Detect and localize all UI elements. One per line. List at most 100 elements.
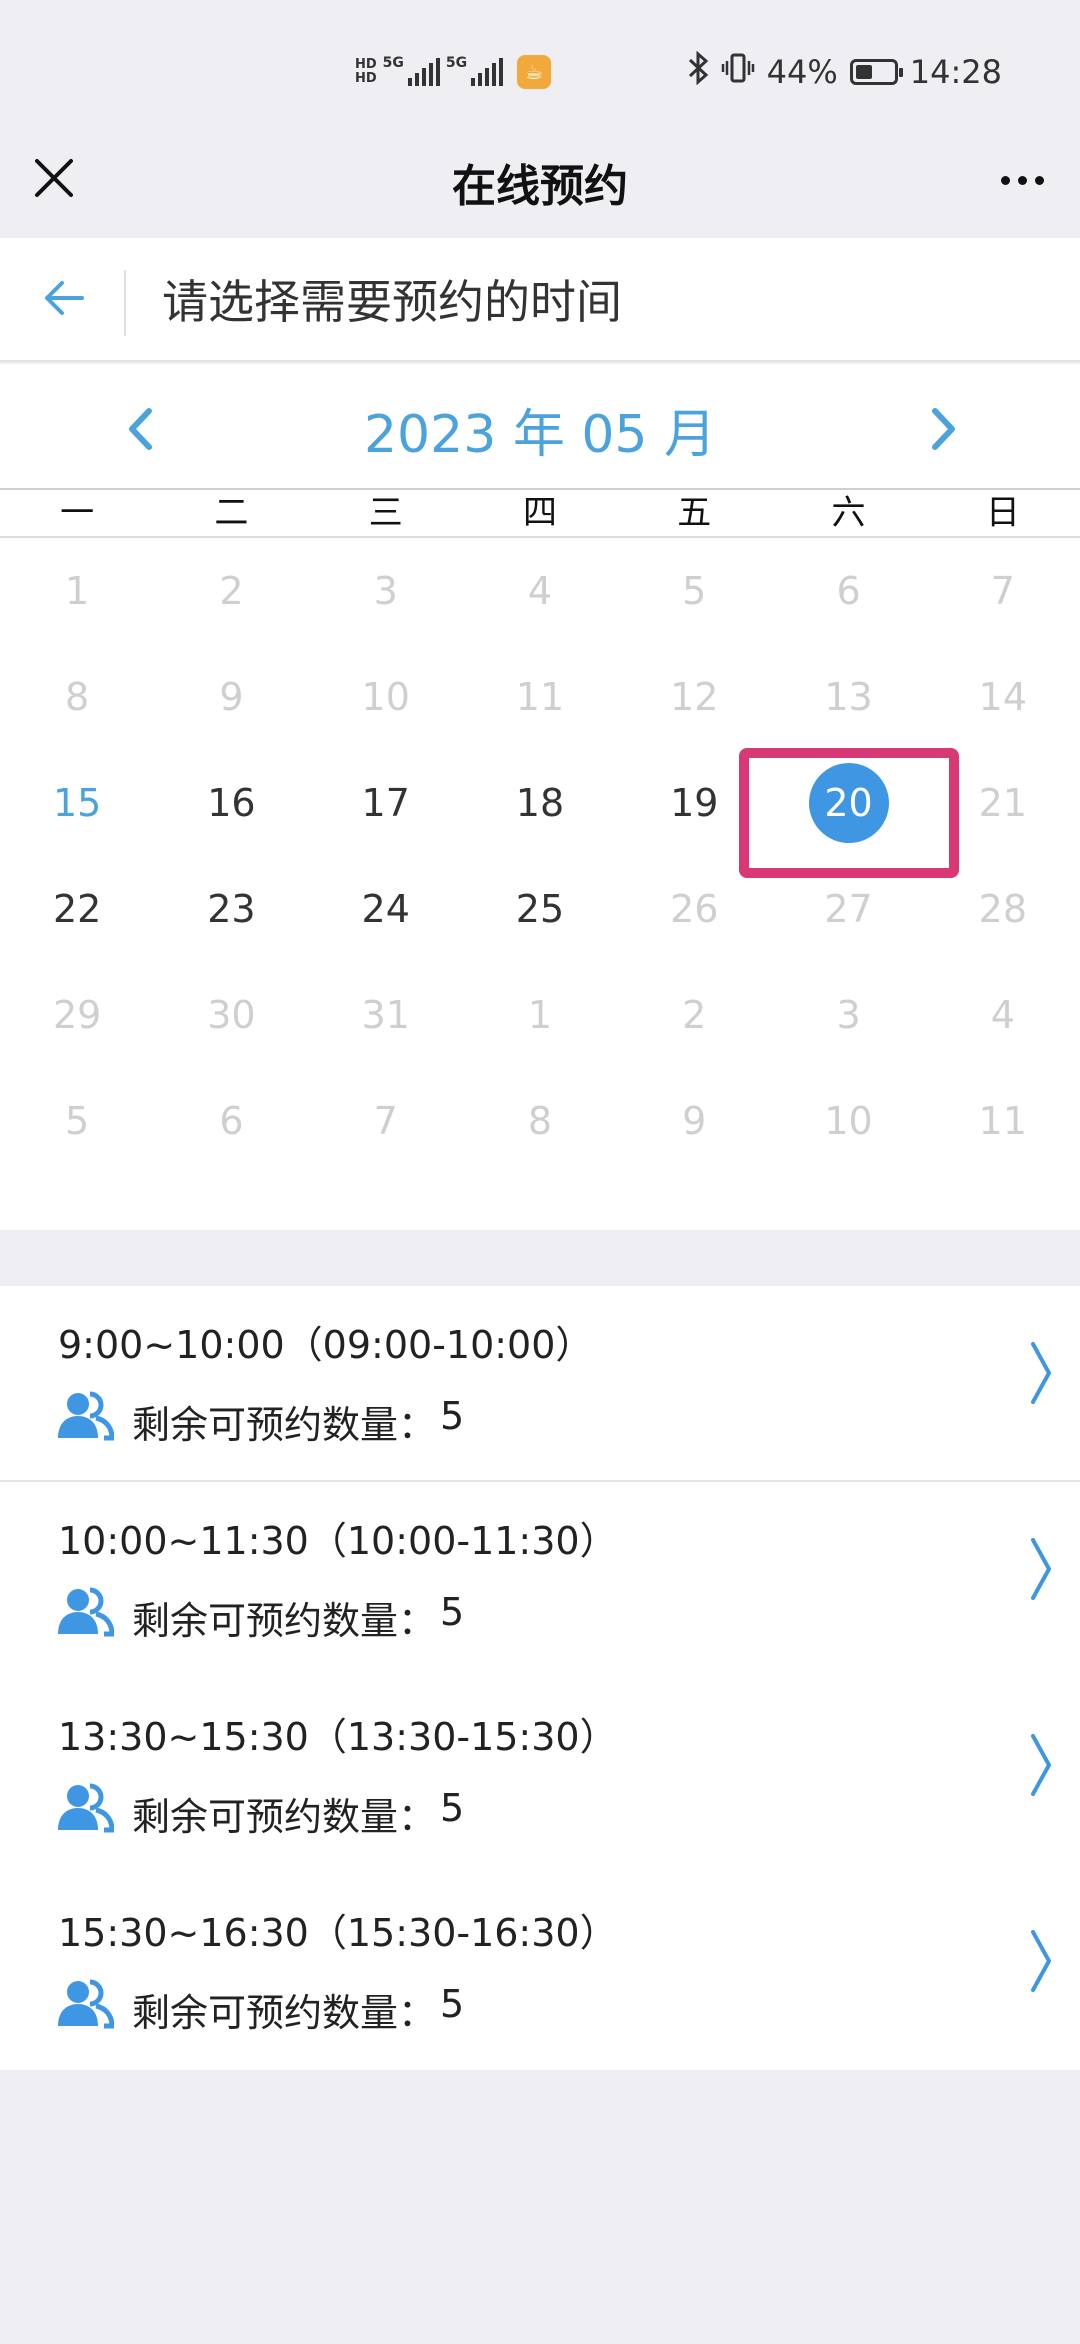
remaining-label: 剩余可预约数量： <box>132 1991 437 2035</box>
weekday-label: 日 <box>985 493 1020 533</box>
more-dot-icon <box>1034 175 1044 185</box>
time-slot-item[interactable]: 9:00~10:00（09:00-10:00） 剩余可预约数量： 5 <box>0 1286 1080 1482</box>
time-slot-item[interactable]: 10:00~11:30（10:00-11:30） 剩余可预约数量： 5 <box>0 1482 1080 1678</box>
day-number: 6 <box>219 1099 244 1143</box>
day-number: 5 <box>682 569 707 613</box>
weekday-label: 三 <box>368 493 403 533</box>
day-cell[interactable]: 17 <box>309 750 463 856</box>
day-number: 3 <box>373 569 398 613</box>
slot-time-label: 10:00~11:30（10:00-11:30） <box>58 1519 618 1563</box>
days-grid: 1 2 3 4 5 6 7 8 9 10 11 12 13 14 15 16 17 18 19 20 21 22 23 24 2… <box>0 538 1080 1174</box>
chevron-right-icon <box>1024 1338 1058 1408</box>
day-number: 1 <box>65 569 90 613</box>
chevron-right-icon <box>1024 1534 1058 1604</box>
slot-time-label: 15:30~16:30（15:30-16:30） <box>58 1911 618 1955</box>
more-button[interactable] <box>992 160 1052 200</box>
day-number: 15 <box>52 781 102 825</box>
week-row: 15 16 17 18 19 20 21 <box>0 750 1080 856</box>
remaining-count: 5 <box>440 1982 465 2026</box>
back-button[interactable] <box>38 268 90 328</box>
divider <box>124 270 126 336</box>
day-cell[interactable]: 22 <box>0 856 154 962</box>
remaining-label: 剩余可预约数量： <box>132 1795 437 1839</box>
slot-remaining: 剩余可预约数量： 5 <box>132 1786 464 1841</box>
hd-indicator: HD HD <box>355 58 377 86</box>
day-cell: 1 <box>463 962 617 1068</box>
day-number: 12 <box>670 675 719 719</box>
day-cell: 26 <box>617 856 771 962</box>
clock: 14:28 <box>909 53 1002 91</box>
chevron-right-icon <box>1024 1926 1058 1996</box>
day-number: 2 <box>682 993 707 1037</box>
day-cell: 31 <box>309 962 463 1068</box>
time-slot-list: 9:00~10:00（09:00-10:00） 剩余可预约数量： 5 10:00~11… <box>0 1286 1080 2070</box>
day-cell: 8 <box>0 644 154 750</box>
weekday-label: 二 <box>214 493 249 533</box>
hd-label-2: HD <box>355 71 377 86</box>
day-cell: 11 <box>926 1068 1080 1174</box>
week-row: 8 9 10 11 12 13 14 <box>0 644 1080 750</box>
slot-remaining: 剩余可预约数量： 5 <box>132 1394 464 1449</box>
users-icon <box>56 1978 115 2030</box>
slot-remaining: 剩余可预约数量： 5 <box>132 1982 464 2037</box>
day-number: 27 <box>824 887 873 931</box>
status-bar: HD HD 5G 5G ☕ 44% 14:28 <box>0 0 1080 140</box>
day-number: 4 <box>990 993 1015 1037</box>
page-title: 在线预约 <box>452 161 628 212</box>
day-cell-selected[interactable]: 20 <box>771 750 925 856</box>
day-cell: 6 <box>154 1068 308 1174</box>
day-number: 24 <box>361 887 410 931</box>
day-number: 14 <box>978 675 1027 719</box>
day-number: 9 <box>682 1099 707 1143</box>
hd-label-1: HD <box>355 57 377 72</box>
week-row: 29 30 31 1 2 3 4 <box>0 962 1080 1068</box>
users-icon <box>56 1390 115 1442</box>
day-cell: 3 <box>771 962 925 1068</box>
users-icon <box>56 1586 115 1638</box>
day-cell[interactable]: 18 <box>463 750 617 856</box>
users-icon <box>56 1782 115 1834</box>
day-cell: 5 <box>0 1068 154 1174</box>
day-number: 25 <box>515 887 565 931</box>
day-cell: 7 <box>926 538 1080 644</box>
signal-icon-2 <box>471 58 504 86</box>
slot-remaining: 剩余可预约数量： 5 <box>132 1590 464 1645</box>
remaining-count: 5 <box>440 1394 465 1438</box>
day-number: 8 <box>65 675 90 719</box>
time-slot-item[interactable]: 13:30~15:30（13:30-15:30） 剩余可预约数量： 5 <box>0 1678 1080 1874</box>
remaining-label: 剩余可预约数量： <box>132 1403 437 1447</box>
arrow-left-icon <box>45 281 84 315</box>
day-cell[interactable]: 15 <box>0 750 154 856</box>
day-number: 10 <box>824 1099 873 1143</box>
status-left: HD HD 5G 5G ☕ <box>355 50 552 94</box>
time-slot-item[interactable]: 15:30~16:30（15:30-16:30） 剩余可预约数量： 5 <box>0 1874 1080 2070</box>
battery-icon <box>849 59 903 85</box>
day-cell[interactable]: 24 <box>309 856 463 962</box>
weekday-label: 六 <box>831 493 866 533</box>
day-number: 7 <box>373 1099 398 1143</box>
day-cell: 5 <box>617 538 771 644</box>
vibrate-icon <box>721 51 755 93</box>
day-cell[interactable]: 19 <box>617 750 771 856</box>
day-number: 13 <box>824 675 873 719</box>
day-cell: 27 <box>771 856 925 962</box>
day-number: 18 <box>515 781 565 825</box>
day-cell: 4 <box>926 962 1080 1068</box>
day-cell: 28 <box>926 856 1080 962</box>
weekday-label: 四 <box>522 493 557 533</box>
day-number: 20 <box>808 763 889 843</box>
week-row: 1 2 3 4 5 6 7 <box>0 538 1080 644</box>
day-cell[interactable]: 16 <box>154 750 308 856</box>
next-month-button[interactable] <box>922 404 966 454</box>
day-cell[interactable]: 23 <box>154 856 308 962</box>
slot-time-label: 13:30~15:30（13:30-15:30） <box>58 1715 618 1759</box>
slot-time-label: 9:00~10:00（09:00-10:00） <box>58 1323 594 1367</box>
day-number: 19 <box>670 781 719 825</box>
day-number: 26 <box>670 887 719 931</box>
nav-bar: 在线预约 <box>0 140 1080 238</box>
remaining-count: 5 <box>440 1590 465 1634</box>
day-number: 22 <box>52 887 102 931</box>
day-cell[interactable]: 25 <box>463 856 617 962</box>
day-number: 29 <box>52 993 102 1037</box>
remaining-label: 剩余可预约数量： <box>132 1599 437 1643</box>
